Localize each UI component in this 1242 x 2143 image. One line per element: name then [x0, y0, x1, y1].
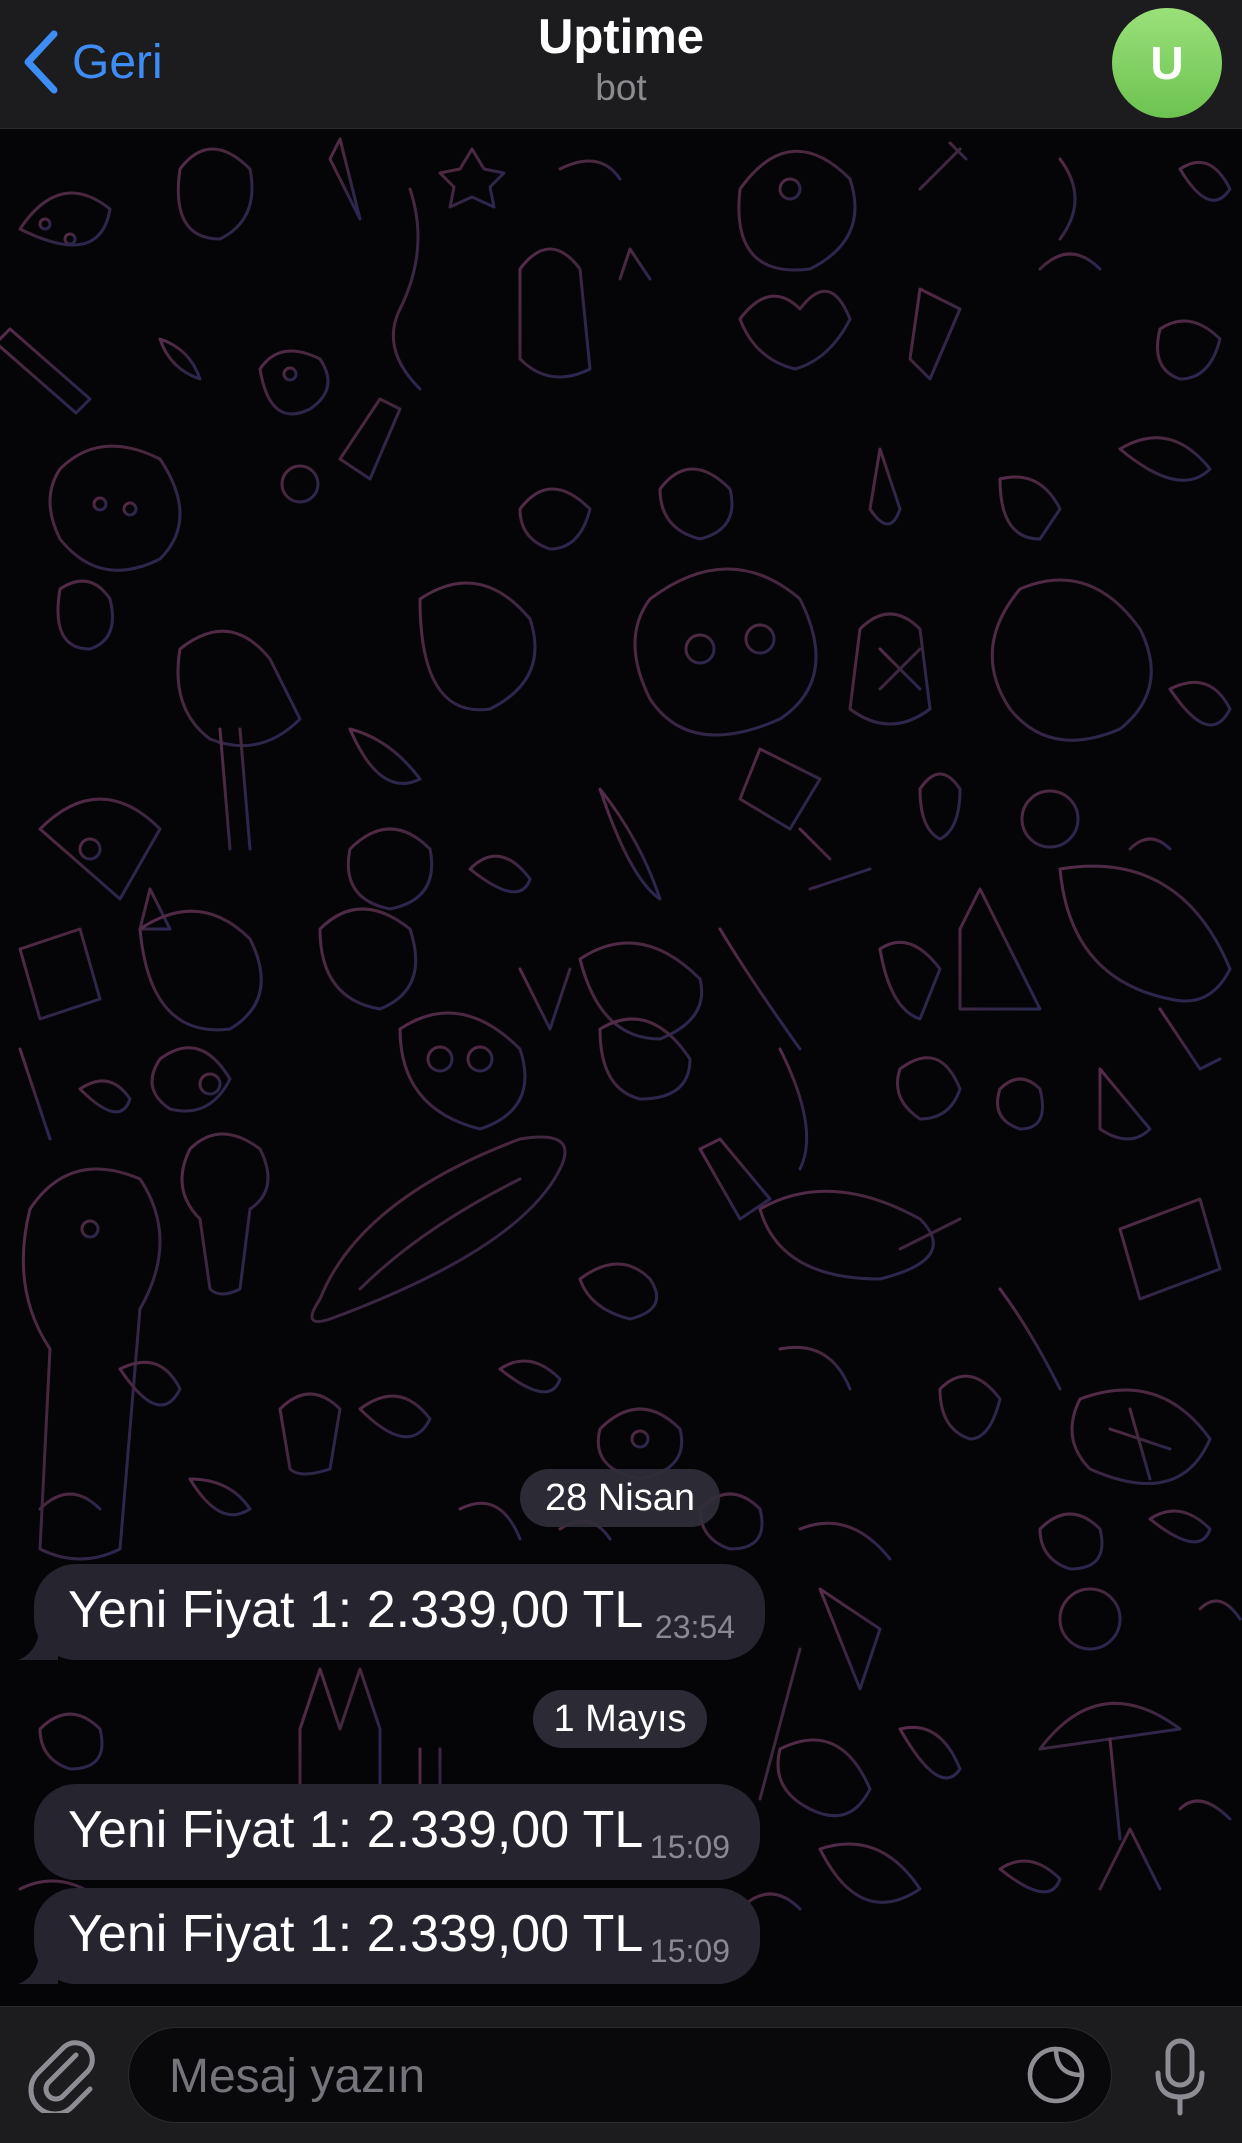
message-time: 15:09	[649, 1933, 730, 1969]
avatar[interactable]: U	[1112, 8, 1222, 118]
message-text: Yeni Fiyat 1: 2.339,00 TL	[68, 1801, 644, 1859]
chat-subtitle: bot	[595, 67, 647, 108]
chat-screen: Geri Uptime bot U 28 Nisan Yeni Fiyat 1:…	[0, 0, 1242, 2143]
message-bubble[interactable]: Yeni Fiyat 1: 2.339,00 TL 15:09	[34, 1888, 760, 1984]
message-text: Yeni Fiyat 1: 2.339,00 TL	[68, 1905, 644, 1963]
message-time: 23:54	[654, 1609, 735, 1645]
paperclip-icon[interactable]	[26, 2037, 102, 2113]
sticker-icon[interactable]	[1025, 2044, 1087, 2106]
chat-title-block[interactable]: Uptime bot	[321, 8, 921, 108]
chat-title: Uptime	[537, 10, 705, 64]
message-bubble[interactable]: Yeni Fiyat 1: 2.339,00 TL 15:09	[34, 1784, 760, 1880]
message-input[interactable]	[167, 2028, 1031, 2124]
message-time: 15:09	[649, 1829, 730, 1865]
message-text: Yeni Fiyat 1: 2.339,00 TL	[68, 1581, 644, 1639]
avatar-letter: U	[1150, 37, 1184, 89]
microphone-icon[interactable]	[1150, 2037, 1210, 2117]
chevron-left-icon	[24, 30, 58, 94]
date-separator: 28 Nisan	[520, 1469, 720, 1527]
chat-header: Geri Uptime bot U	[0, 0, 1242, 129]
date-label: 1 Mayıs	[553, 1698, 687, 1740]
message-bubble[interactable]: Yeni Fiyat 1: 2.339,00 TL 23:54	[34, 1564, 765, 1660]
back-button[interactable]: Geri	[20, 28, 163, 96]
message-input-bar	[0, 2006, 1242, 2143]
date-label: 28 Nisan	[545, 1477, 695, 1519]
date-separator: 1 Mayıs	[533, 1690, 707, 1748]
message-input-field[interactable]	[128, 2027, 1112, 2124]
back-label: Geri	[72, 35, 163, 89]
